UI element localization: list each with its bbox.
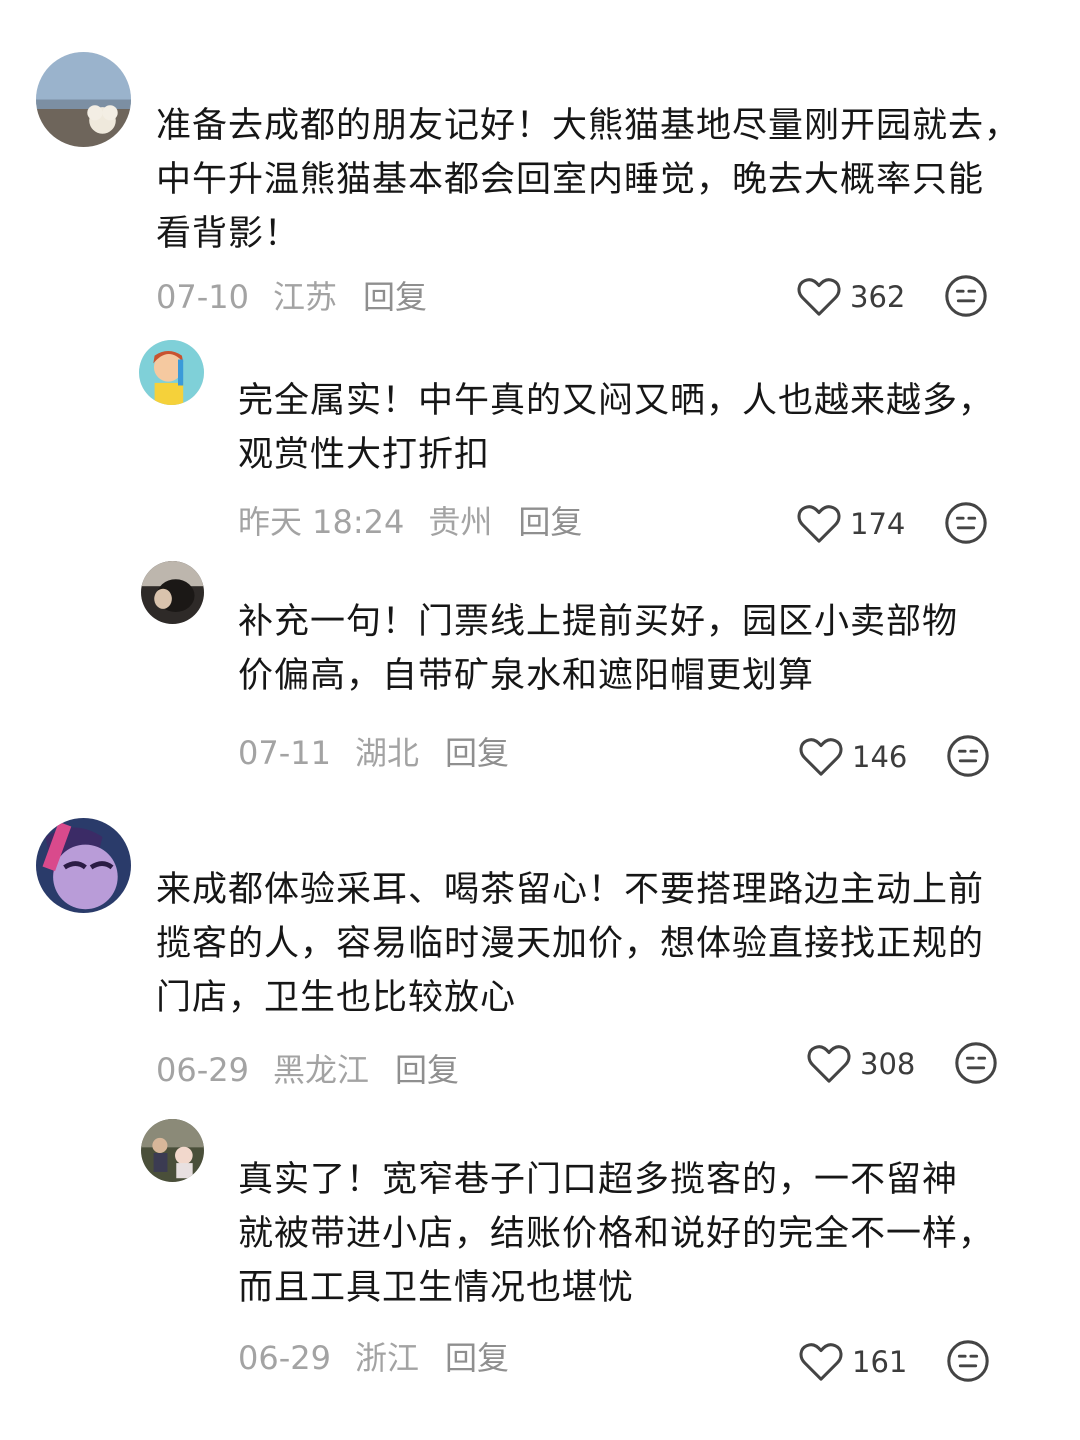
comment-meta: 06-29 黑龙江 回复 xyxy=(156,1050,459,1090)
comment-date: 07-11 xyxy=(238,734,331,772)
like-button[interactable]: 308 xyxy=(806,1040,915,1088)
comment-meta: 昨天 18:24 贵州 回复 xyxy=(238,502,582,542)
comment-text: 完全属实！中午真的又闷又晒，人也越来越多， 观赏性大打折扣 xyxy=(238,381,995,475)
landscape-dog-avatar-icon xyxy=(36,52,131,147)
comment-text: 真实了！宽窄巷子门口超多揽客的，一不留神 就被带进小店，结账价格和说好的完全不一… xyxy=(238,1160,995,1308)
comment-text: 补充一句！门票线上提前买好，园区小卖部物 价偏高，自带矿泉水和遮阳帽更划算 xyxy=(238,602,959,696)
like-count: 308 xyxy=(860,1047,916,1081)
neutral-face-icon xyxy=(945,502,987,544)
user-avatar[interactable] xyxy=(141,1119,204,1182)
purple-pony-avatar-icon xyxy=(36,818,131,913)
like-count: 362 xyxy=(850,280,906,314)
comment-date: 07-10 xyxy=(156,278,249,316)
comment-date: 06-29 xyxy=(156,1051,249,1089)
comment-region: 黑龙江 xyxy=(272,1051,369,1089)
dislike-button[interactable] xyxy=(943,500,989,546)
heart-outline-icon xyxy=(799,738,843,776)
reply-button[interactable]: 回复 xyxy=(445,1338,509,1378)
comment-region: 贵州 xyxy=(428,503,493,541)
neutral-face-icon xyxy=(945,275,987,317)
heart-outline-icon xyxy=(807,1045,851,1083)
comment-text: 来成都体验采耳、喝茶留心！不要搭理路边主动上前 揽客的人，容易临时漫天加价，想体… xyxy=(156,870,985,1018)
heart-outline-icon xyxy=(799,1343,843,1381)
dislike-button[interactable] xyxy=(943,273,989,319)
like-count: 174 xyxy=(850,507,906,541)
reply-button[interactable]: 回复 xyxy=(363,277,427,317)
comment-meta: 07-10 江苏 回复 xyxy=(156,277,427,317)
comment-date: 06-29 xyxy=(238,1339,331,1377)
comment-list: 准备去成都的朋友记好！大熊猫基地尽量刚开园就去， 中午升温熊猫基本都会回室内睡觉… xyxy=(0,0,1080,1440)
cartoon-boy-avatar-icon xyxy=(139,340,204,405)
like-count: 161 xyxy=(852,1345,908,1379)
comment-region: 浙江 xyxy=(354,1339,419,1377)
user-avatar[interactable] xyxy=(139,340,204,405)
comment-text: 准备去成都的朋友记好！大熊猫基地尽量刚开园就去， 中午升温熊猫基本都会回室内睡觉… xyxy=(156,106,1021,254)
like-button[interactable]: 161 xyxy=(798,1338,907,1386)
like-button[interactable]: 174 xyxy=(796,500,905,548)
dislike-button[interactable] xyxy=(953,1040,999,1086)
neutral-face-icon xyxy=(955,1042,997,1084)
reply-button[interactable]: 回复 xyxy=(395,1050,459,1090)
neutral-face-icon xyxy=(947,735,989,777)
like-count: 146 xyxy=(852,740,908,774)
dislike-button[interactable] xyxy=(945,733,991,779)
outdoor-photo-avatar-icon xyxy=(141,1119,204,1182)
like-button[interactable]: 362 xyxy=(796,273,905,321)
neutral-face-icon xyxy=(947,1340,989,1382)
user-avatar[interactable] xyxy=(36,818,131,913)
heart-outline-icon xyxy=(797,278,841,316)
dark-photo-avatar-icon xyxy=(141,561,204,624)
comment-meta: 07-11 湖北 回复 xyxy=(238,733,509,773)
reply-button[interactable]: 回复 xyxy=(518,502,582,542)
like-button[interactable]: 146 xyxy=(798,733,907,781)
comment-region: 湖北 xyxy=(354,734,419,772)
user-avatar[interactable] xyxy=(36,52,131,147)
comment-meta: 06-29 浙江 回复 xyxy=(238,1338,509,1378)
comment-date: 昨天 18:24 xyxy=(238,503,405,541)
dislike-button[interactable] xyxy=(945,1338,991,1384)
reply-button[interactable]: 回复 xyxy=(445,733,509,773)
comment-region: 江苏 xyxy=(272,278,337,316)
heart-outline-icon xyxy=(797,505,841,543)
user-avatar[interactable] xyxy=(141,561,204,624)
